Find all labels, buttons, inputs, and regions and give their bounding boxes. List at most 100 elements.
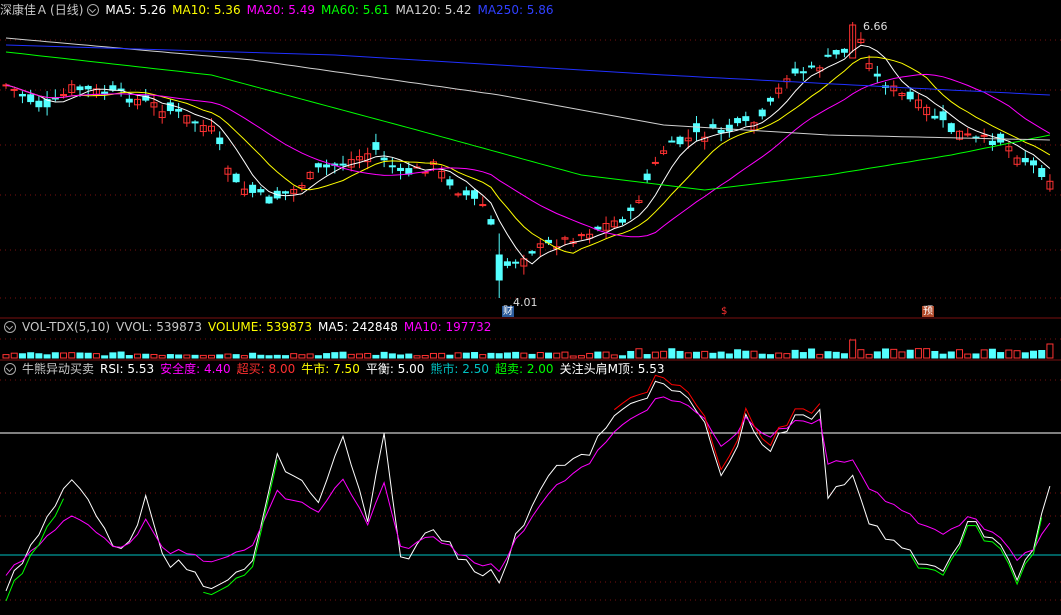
volume-bar (92, 353, 100, 359)
candle-body (487, 219, 495, 225)
candle-body (832, 50, 840, 55)
main-indicator-0: MA5: 5.26 (105, 3, 167, 17)
main-indicator-3: MA60: 5.61 (321, 3, 390, 17)
volume-bar (281, 355, 289, 359)
candle-body (18, 93, 26, 97)
volume-indicator-3: MA5: 242848 (317, 320, 398, 334)
volume-bar (923, 348, 931, 359)
volume-bar (766, 354, 774, 359)
volume-bar (1038, 350, 1046, 359)
volume-bar (380, 351, 388, 359)
indicator-toggle-icon[interactable] (87, 4, 100, 16)
volume-bar (471, 352, 479, 359)
volume-bar (298, 354, 306, 359)
volume-bar (824, 351, 832, 359)
volume-bar (175, 354, 183, 359)
volume-bar (750, 350, 758, 359)
candle-body (446, 179, 454, 186)
volume-bar (438, 352, 446, 359)
volume-bar (725, 353, 733, 359)
volume-bar (980, 349, 988, 359)
custom-indicator-6: 熊市: 2.50 (430, 362, 489, 376)
candle-body (709, 124, 717, 129)
volume-bar (791, 349, 799, 359)
candle-body (791, 68, 799, 74)
volume-bar (331, 352, 339, 359)
volume-bar (117, 351, 125, 359)
volume-bar (947, 351, 955, 359)
candle-body (503, 261, 511, 266)
moving-average-lines (5, 37, 1051, 265)
volume-bar (1021, 352, 1029, 359)
volume-bar (972, 353, 980, 359)
volume-bar (561, 351, 569, 359)
candle-body (799, 71, 807, 74)
candle-body (397, 167, 405, 172)
oversold-segment (203, 459, 278, 596)
candle-body (232, 173, 240, 183)
volume-bar (51, 352, 59, 359)
volume-bar (1013, 350, 1021, 359)
volume-bar (586, 352, 594, 359)
forecast-marker[interactable]: 预 (922, 306, 934, 317)
candle-body (281, 191, 289, 194)
volume-panel-header: VOL-TDX(5,10) VVOL: 539873 VOLUME: 539873 M… (0, 319, 503, 335)
custom-indicator-7: 超卖: 2.00 (494, 362, 554, 376)
candle-body (988, 140, 996, 145)
volume-bar (265, 355, 273, 359)
candle-body (1021, 157, 1029, 163)
stock-name[interactable]: 深康佳Ａ (0, 2, 48, 18)
main-panel-header: 深康佳Ａ (日线) MA5: 5.26 MA10: 5.36 MA20: 5.49 M… (0, 2, 566, 18)
high-price-label: 6.66 (863, 20, 888, 33)
volume-bar (627, 350, 635, 359)
indicator-toggle-icon[interactable] (4, 363, 16, 375)
indicator-panel-header: 牛熊异动买卖 RSI: 5.53 安全度: 4.40 超买: 8.00 牛市: 7.50… (0, 361, 677, 377)
volume-bar (76, 352, 84, 359)
low-price-label: 4.01 (513, 296, 538, 309)
volume-bar (660, 350, 668, 359)
candle-body (627, 207, 635, 212)
candle-body (808, 65, 816, 68)
volume-bar (742, 350, 750, 359)
candle-body (323, 164, 331, 168)
volume-bar (355, 353, 363, 359)
volume-bar (643, 354, 651, 359)
volume-bar (840, 353, 848, 359)
main-indicator-2: MA20: 5.49 (246, 3, 316, 17)
volume-bar (758, 353, 766, 359)
candle-body (742, 116, 750, 122)
candle-body (643, 173, 651, 181)
candle-body (692, 123, 700, 133)
volume-bar (1030, 350, 1037, 359)
dividend-marker[interactable]: $ (720, 306, 728, 317)
volume-bar (429, 352, 437, 359)
volume-bar (619, 355, 626, 359)
candle-body (257, 189, 265, 193)
volume-indicator-1: VVOL: 539873 (116, 320, 203, 334)
volume-bar (27, 352, 35, 359)
main-indicator-5: MA250: 5.86 (477, 3, 554, 17)
financial-report-marker[interactable]: 财 (502, 306, 514, 317)
candle-body (462, 190, 470, 196)
candle-body (216, 137, 224, 145)
volume-bar (512, 351, 520, 359)
volume-bars[interactable] (2, 339, 1054, 359)
volume-bar (257, 354, 265, 359)
candle-body (1038, 168, 1046, 177)
volume-bar (849, 339, 857, 359)
volume-bar (799, 352, 807, 359)
candle-body (471, 190, 479, 199)
candle-body (380, 157, 388, 161)
volume-bar (339, 351, 347, 359)
candle-body (947, 123, 955, 133)
candle-body (619, 219, 626, 223)
candle-body (84, 85, 92, 90)
volume-bar (290, 353, 298, 359)
volume-bar (783, 353, 791, 359)
volume-bar (101, 355, 109, 359)
volume-bar (775, 352, 783, 359)
candle-body (668, 140, 676, 143)
volume-bar (421, 355, 429, 359)
volume-bar (314, 355, 322, 359)
indicator-toggle-icon[interactable] (4, 321, 16, 333)
